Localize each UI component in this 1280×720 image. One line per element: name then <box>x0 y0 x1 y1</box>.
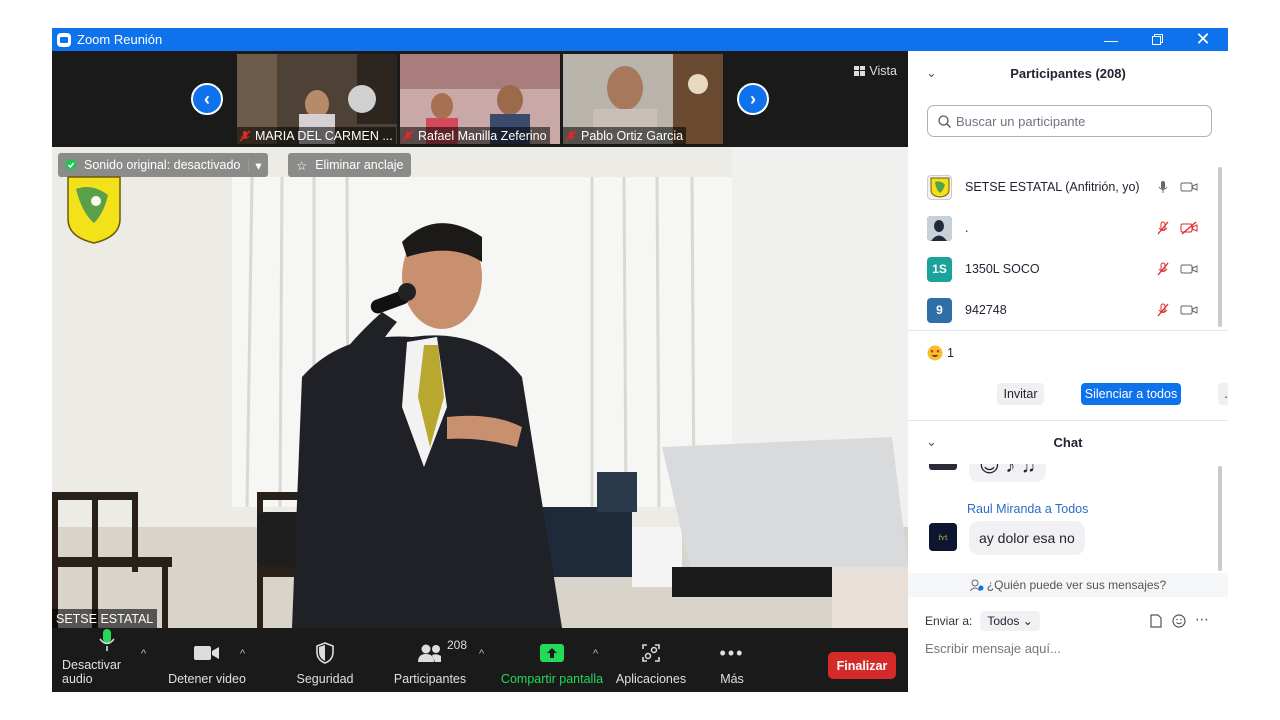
stop-video-button[interactable]: Detener video <box>167 628 247 692</box>
minimize-button[interactable]: — <box>1088 28 1134 51</box>
pin-icon: ☆ <box>296 158 308 173</box>
main-speaker-video: Sonido original: desactivado ▾ ☆ Elimina… <box>52 147 908 628</box>
emoji-icon[interactable] <box>1172 614 1186 628</box>
shield-icon <box>316 642 334 664</box>
union-logo <box>67 176 121 244</box>
speaker-video-frame <box>52 147 908 628</box>
participants-count: 208 <box>447 638 468 652</box>
video-camera-icon[interactable] <box>1180 262 1198 276</box>
mic-muted-icon[interactable] <box>1156 262 1170 276</box>
participant-thumbnail[interactable]: Rafael Manilla Zeferino <box>400 54 560 144</box>
chevron-down-icon[interactable]: ▾ <box>248 157 262 173</box>
chat-sender[interactable]: Raul Miranda a Todos <box>967 502 1088 516</box>
chat-messages: 😊 ♪ ♫ Raul Miranda a Todos fvt ay dolor … <box>908 464 1218 571</box>
chat-message: 😊 ♪ ♫ <box>969 464 1046 482</box>
close-button[interactable]: ✕ <box>1180 28 1226 51</box>
more-button[interactable]: ••• Más <box>712 628 752 692</box>
share-options-caret[interactable]: ^ <box>593 648 598 660</box>
gallery-strip: ‹ MARIA DEL CARMEN ... Rafael Manilla Ze… <box>52 51 908 147</box>
side-panel: ⌄ Participantes (208) Buscar un particip… <box>908 51 1228 692</box>
mic-muted-icon[interactable] <box>1156 221 1170 235</box>
participant-thumbnail[interactable]: Pablo Ortiz Garcia <box>563 54 723 144</box>
reaction-counter: 1 <box>927 345 954 361</box>
participants-icon <box>418 644 441 662</box>
divider <box>908 420 1228 421</box>
window-title: Zoom Reunión <box>77 32 163 47</box>
mic-muted-icon <box>565 129 577 142</box>
share-screen-button[interactable]: Compartir pantalla <box>498 628 606 692</box>
grid-icon <box>854 66 866 76</box>
participant-row[interactable]: 9 942748 <box>908 290 1220 330</box>
avatar: 1S <box>927 256 952 282</box>
participants-button[interactable]: 208 Participantes <box>390 628 470 692</box>
mute-all-button[interactable]: Silenciar a todos <box>1081 383 1181 405</box>
meeting-toolbar: Desactivar audio ^ Detener video ^ Segur… <box>52 628 908 692</box>
restore-icon <box>1151 34 1163 45</box>
invite-button[interactable]: Invitar <box>997 383 1044 405</box>
file-icon[interactable] <box>1150 614 1162 628</box>
security-button[interactable]: Seguridad <box>292 628 358 692</box>
participants-more-button[interactable]: ... <box>1218 383 1228 405</box>
svg-text:fvt: fvt <box>938 534 948 542</box>
thumbnail-name: MARIA DEL CARMEN ... <box>237 127 396 144</box>
speaker-name-label: SETSE ESTATAL <box>52 609 158 628</box>
microphone-icon <box>99 629 115 651</box>
zoom-logo-icon <box>57 32 71 47</box>
avatar <box>927 215 952 241</box>
who-can-see-link[interactable]: ¿Quién puede ver sus mensajes? <box>908 573 1228 597</box>
apps-icon <box>642 644 660 662</box>
chat-message-input[interactable]: Escribir mensaje aquí... <box>925 641 1061 656</box>
audio-options-caret[interactable]: ^ <box>141 648 146 660</box>
participant-search-input[interactable]: Buscar un participante <box>927 105 1212 137</box>
send-to-selector: Enviar a: Todos ⌄ <box>925 611 1040 631</box>
collapse-chevron-icon[interactable]: ⌄ <box>926 434 937 450</box>
video-options-caret[interactable]: ^ <box>240 648 245 660</box>
title-bar: Zoom Reunión — ✕ <box>52 28 1228 51</box>
participants-header: ⌄ Participantes (208) <box>926 65 1126 81</box>
more-dots-icon: ••• <box>719 642 745 663</box>
chat-message: ay dolor esa no <box>969 521 1085 555</box>
gallery-prev-button[interactable]: ‹ <box>191 83 223 115</box>
chat-more-icon[interactable]: ⋯ <box>1195 611 1209 628</box>
zoom-window: Zoom Reunión — ✕ ‹ MARIA DEL CARMEN ... … <box>52 28 1228 692</box>
apps-button[interactable]: Aplicaciones <box>612 628 690 692</box>
mic-muted-icon[interactable] <box>1156 303 1170 317</box>
avatar: 9 <box>927 297 952 323</box>
participant-row[interactable]: 1S 1350L SOCO <box>908 249 1220 289</box>
participant-row[interactable]: . <box>908 208 1220 248</box>
chat-header: ⌄ Chat <box>926 434 1083 450</box>
divider <box>908 330 1228 331</box>
video-camera-icon <box>194 646 219 660</box>
microphone-icon[interactable] <box>1156 180 1170 194</box>
recipient-dropdown[interactable]: Todos ⌄ <box>980 611 1040 631</box>
collapse-chevron-icon[interactable]: ⌄ <box>926 65 937 81</box>
gallery-next-button[interactable]: › <box>737 83 769 115</box>
participants-scrollbar[interactable] <box>1218 167 1222 327</box>
video-area: ‹ MARIA DEL CARMEN ... Rafael Manilla Ze… <box>52 51 908 628</box>
shield-check-icon <box>66 159 76 171</box>
mic-muted-icon <box>239 129 251 142</box>
view-button[interactable]: Vista <box>849 61 902 81</box>
participants-options-caret[interactable]: ^ <box>479 648 484 660</box>
avatar <box>927 174 952 200</box>
avatar <box>929 464 957 470</box>
thumbnail-name: Pablo Ortiz Garcia <box>563 127 687 144</box>
video-camera-icon[interactable] <box>1180 303 1198 317</box>
video-camera-icon[interactable] <box>1180 180 1198 194</box>
end-meeting-button[interactable]: Finalizar <box>828 652 896 679</box>
mute-audio-button[interactable]: Desactivar audio <box>62 628 152 692</box>
restore-button[interactable] <box>1134 28 1180 51</box>
unpin-button[interactable]: ☆ Eliminar anclaje <box>288 153 412 177</box>
chat-scrollbar[interactable] <box>1218 466 1222 571</box>
share-screen-icon <box>540 644 564 662</box>
person-visibility-icon <box>969 579 984 591</box>
participant-row[interactable]: SETSE ESTATAL (Anfitrión, yo) <box>908 167 1220 207</box>
thumbnail-name: Rafael Manilla Zeferino <box>400 127 550 144</box>
search-icon <box>938 114 951 128</box>
mic-muted-icon <box>402 129 414 142</box>
video-camera-muted-icon[interactable] <box>1180 221 1198 235</box>
avatar: fvt <box>929 523 957 551</box>
heart-eyes-emoji-icon <box>927 345 943 361</box>
participant-thumbnail[interactable]: MARIA DEL CARMEN ... <box>237 54 397 144</box>
